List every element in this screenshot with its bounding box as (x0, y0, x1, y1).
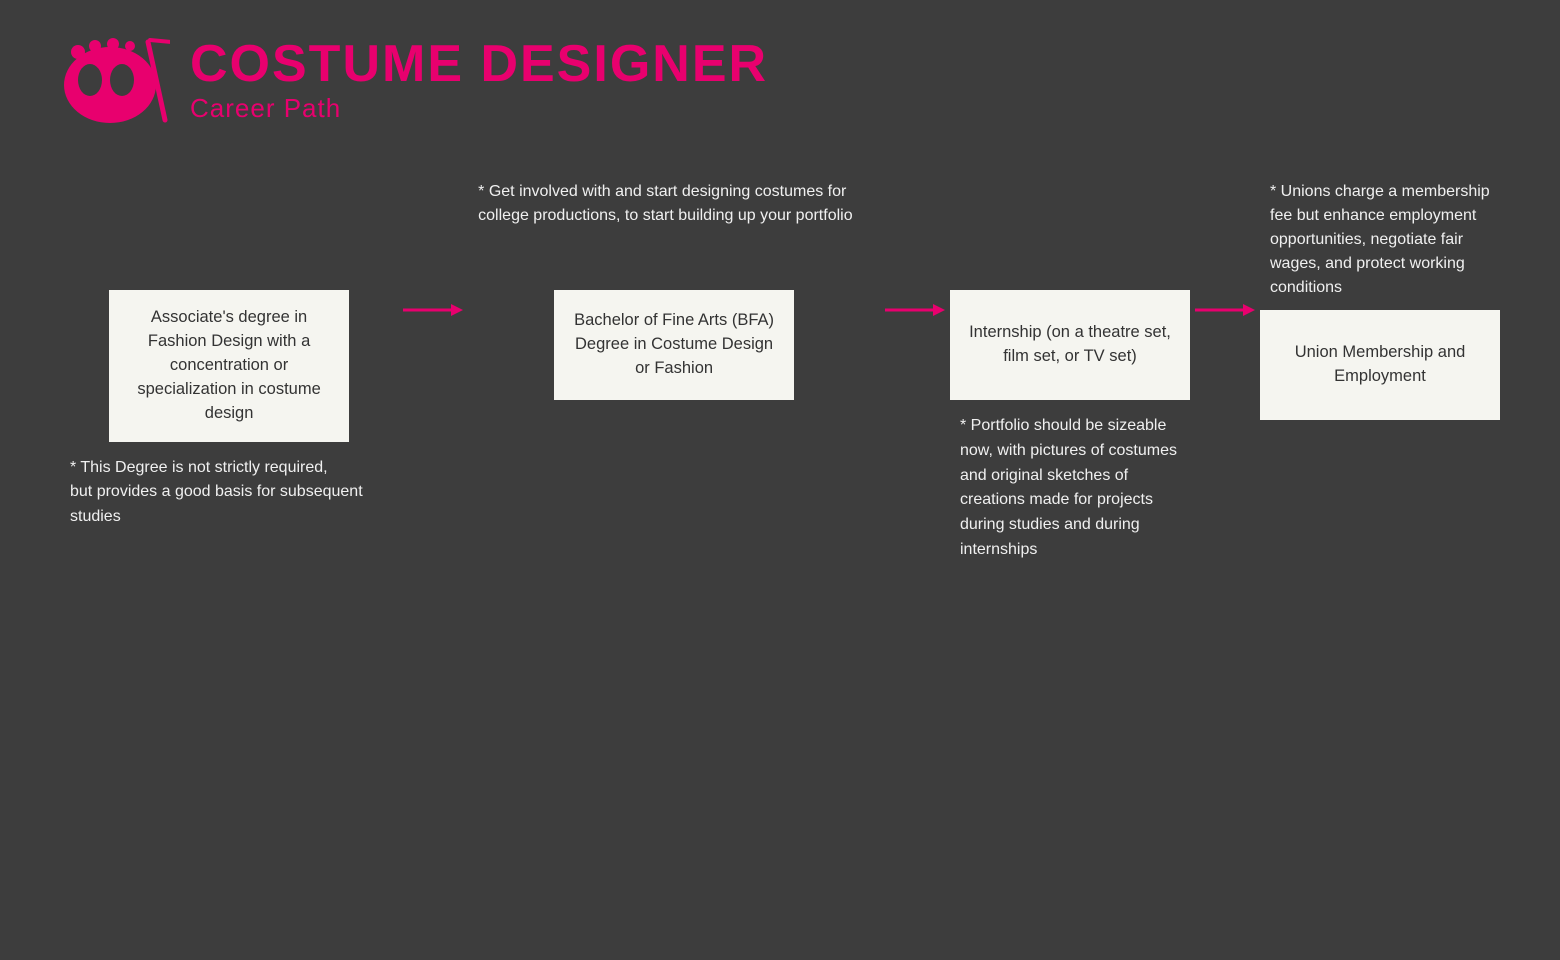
step1-box: Associate's degree in Fashion Design wit… (109, 290, 349, 442)
step2-note-above: * Get involved with and start designing … (468, 180, 880, 280)
arrow-1 (398, 300, 468, 320)
step1-note-below: * This Degree is not strictly required, … (60, 442, 398, 530)
step2-box: Bachelor of Fine Arts (BFA) Degree in Co… (554, 290, 794, 400)
step4-box: Union Membership and Employment (1260, 310, 1500, 420)
arrow-2 (880, 300, 950, 320)
step4-note-above: * Unions charge a membership fee but enh… (1260, 180, 1500, 300)
page-title-main: COSTUME DESIGNER (190, 36, 768, 93)
step-col-3: Internship (on a theatre set, film set, … (950, 180, 1190, 563)
step-col-4: * Unions charge a membership fee but enh… (1260, 180, 1500, 459)
step3-box: Internship (on a theatre set, film set, … (950, 290, 1190, 400)
main-content: Associate's degree in Fashion Design wit… (0, 150, 1560, 603)
mask-icon (60, 30, 170, 130)
career-flow: Associate's degree in Fashion Design wit… (60, 180, 1500, 563)
page-title-sub: Career Path (190, 93, 768, 124)
step-col-2: * Get involved with and start designing … (468, 180, 880, 439)
arrow-3 (1190, 300, 1260, 320)
page-header: COSTUME DESIGNER Career Path (0, 0, 1560, 150)
step3-note-below: * Portfolio should be sizeable now, with… (950, 400, 1190, 563)
title-block: COSTUME DESIGNER Career Path (190, 36, 768, 124)
step-col-1: Associate's degree in Fashion Design wit… (60, 180, 398, 530)
